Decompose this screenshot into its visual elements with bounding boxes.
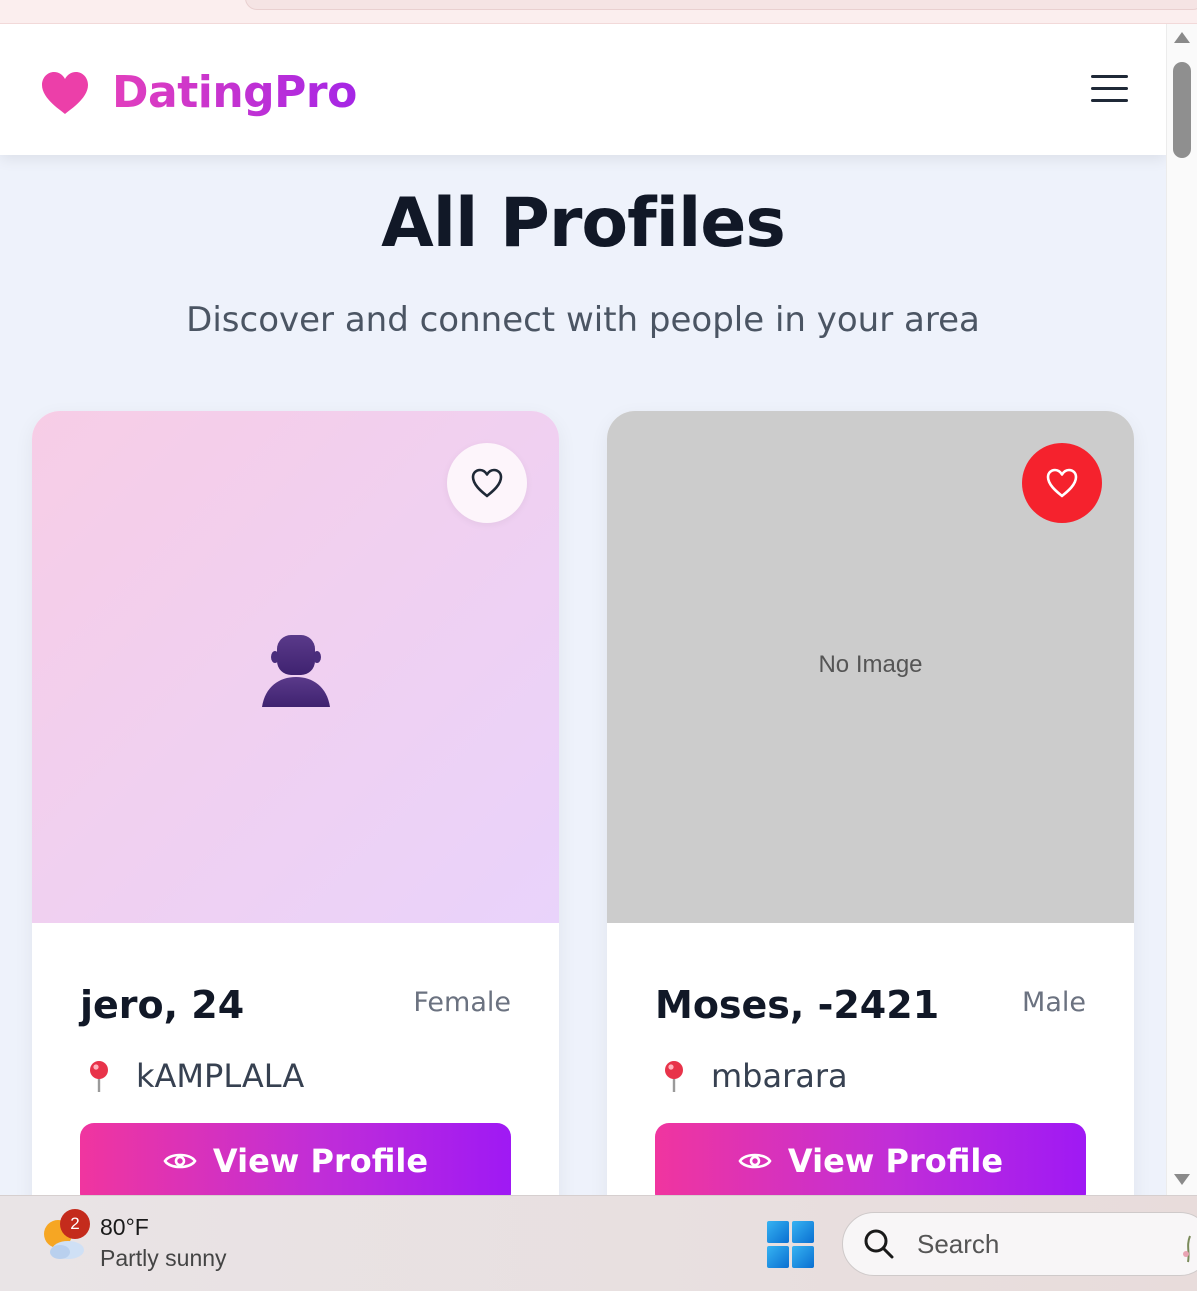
heart-outline-icon bbox=[471, 468, 503, 498]
profile-card[interactable]: jero, 24 Female kAMPLALA View Profile bbox=[32, 411, 559, 1195]
profile-image[interactable]: No Image bbox=[607, 411, 1134, 923]
vertical-scrollbar[interactable] bbox=[1166, 24, 1197, 1195]
person-avatar-icon bbox=[262, 635, 330, 707]
search-label: Search bbox=[917, 1228, 1000, 1259]
view-profile-label: View Profile bbox=[212, 1142, 429, 1180]
heart-icon bbox=[42, 72, 88, 114]
view-profile-label: View Profile bbox=[787, 1142, 1004, 1180]
brand-logo[interactable]: DatingPro bbox=[40, 68, 357, 118]
hamburger-menu-icon[interactable] bbox=[1088, 72, 1132, 106]
profile-card[interactable]: No Image Moses, -2421 Male mbarara View … bbox=[607, 411, 1134, 1195]
view-profile-button[interactable]: View Profile bbox=[655, 1123, 1086, 1195]
scroll-down-arrow-icon[interactable] bbox=[1174, 1174, 1190, 1185]
profile-name-age: jero, 24 bbox=[80, 983, 245, 1027]
weather-badge: 2 bbox=[60, 1209, 90, 1239]
profile-gender: Female bbox=[413, 987, 511, 1018]
no-image-placeholder: No Image bbox=[818, 651, 923, 678]
eye-icon bbox=[163, 1153, 197, 1169]
page-title: All Profiles bbox=[381, 184, 786, 263]
eye-icon bbox=[738, 1153, 772, 1169]
profile-location-text: mbarara bbox=[711, 1057, 848, 1095]
weather-description: Partly sunny bbox=[100, 1245, 227, 1271]
windows-start-icon[interactable] bbox=[767, 1221, 814, 1268]
profile-location: kAMPLALA bbox=[84, 1057, 304, 1095]
profile-location-text: kAMPLALA bbox=[136, 1057, 305, 1095]
windows-taskbar: 2 80°F Partly sunny Search bbox=[0, 1195, 1197, 1291]
app-viewport: DatingPro All Profiles Discover and conn… bbox=[0, 24, 1166, 1195]
view-profile-button[interactable]: View Profile bbox=[80, 1123, 511, 1195]
scroll-thumb[interactable] bbox=[1173, 62, 1191, 158]
taskbar-search[interactable]: Search bbox=[842, 1212, 1197, 1276]
favorite-button[interactable] bbox=[1022, 443, 1102, 523]
tray-decoration-icon bbox=[1183, 1235, 1191, 1263]
profile-location: mbarara bbox=[659, 1057, 848, 1095]
brand-name: DatingPro bbox=[112, 67, 357, 118]
heart-outline-icon bbox=[1046, 468, 1078, 498]
page-subtitle: Discover and connect with people in your… bbox=[186, 300, 980, 340]
search-icon bbox=[864, 1229, 894, 1259]
profile-image[interactable] bbox=[32, 411, 559, 923]
weather-widget[interactable]: 2 80°F Partly sunny bbox=[40, 1209, 227, 1274]
profile-gender: Male bbox=[1022, 987, 1086, 1018]
partly-sunny-icon: 2 bbox=[40, 1209, 90, 1262]
profile-name-age: Moses, -2421 bbox=[655, 983, 940, 1027]
browser-top-strip bbox=[0, 0, 1197, 24]
favorite-button[interactable] bbox=[447, 443, 527, 523]
pin-icon bbox=[665, 1061, 683, 1092]
pin-icon bbox=[90, 1061, 108, 1092]
navbar: DatingPro bbox=[0, 24, 1166, 155]
weather-temperature: 80°F bbox=[100, 1214, 149, 1240]
browser-address-bar[interactable] bbox=[245, 0, 1197, 10]
scroll-up-arrow-icon[interactable] bbox=[1174, 32, 1190, 43]
